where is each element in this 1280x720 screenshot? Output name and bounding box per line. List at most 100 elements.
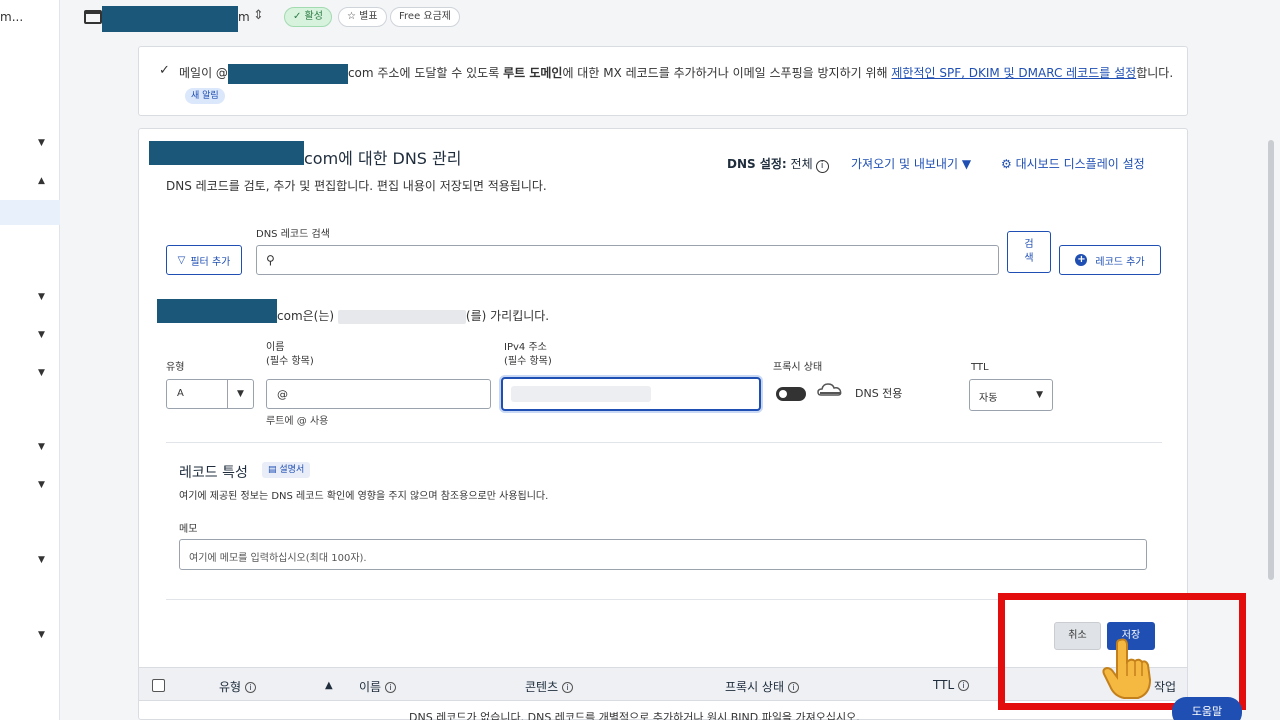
record-attributes-title: 레코드 특성 — [179, 465, 248, 481]
documentation-link[interactable]: ▤ 설명서 — [262, 462, 311, 478]
ipv4-input[interactable] — [501, 377, 761, 411]
info-icon: i — [788, 682, 800, 693]
chevron-down-icon: ▼ — [1036, 390, 1043, 400]
select-all-checkbox[interactable] — [152, 679, 165, 692]
window-icon — [84, 10, 102, 24]
dns-description: DNS 레코드를 검토, 추가 및 편집합니다. 편집 내용이 저장되면 적용됩… — [166, 179, 547, 193]
sort-asc-icon[interactable]: ▲ — [325, 680, 333, 691]
chevron-down-icon[interactable]: ▼ — [38, 555, 45, 565]
points-ip-blur — [337, 309, 466, 324]
plan-badge[interactable]: Free 요금제 — [390, 7, 460, 27]
info-icon: i — [562, 682, 574, 693]
help-button[interactable]: 도움말 — [1172, 697, 1242, 720]
name-label-text: 이름 — [266, 342, 285, 353]
import-export-label: 가져오기 및 내보내기 — [851, 157, 958, 171]
name-label: 이름 (필수 항목) — [266, 341, 314, 369]
memo-label: 메모 — [179, 524, 198, 535]
type-value: A — [177, 388, 184, 399]
info-icon[interactable]: i — [815, 160, 829, 173]
sidebar: m... ▼ ▲ ▼ ▼ ▼ ▼ ▼ ▼ ▼ — [0, 0, 60, 720]
divider — [166, 442, 1162, 443]
add-filter-button[interactable]: ▽ 필터 추가 — [166, 245, 242, 275]
alert-domain-redaction — [227, 63, 348, 84]
plus-circle-icon: + — [1075, 254, 1088, 266]
proxy-status-label: 프록시 상태 — [773, 362, 823, 373]
name-input[interactable]: @ — [266, 379, 491, 409]
ipv4-required: (필수 항목) — [504, 356, 552, 367]
chevron-down-icon[interactable]: ▼ — [38, 330, 45, 340]
dashboard-display-label: 대시보드 디스플레이 설정 — [1015, 157, 1145, 171]
name-help-text: 루트에 @ 사용 — [266, 416, 329, 427]
column-header-name[interactable]: 이름 i — [359, 678, 397, 695]
page-title: com에 대한 DNS 관리 — [304, 149, 462, 168]
type-label: 유형 — [166, 362, 185, 373]
empty-records-message: DNS 레코드가 없습니다. DNS 레코드를 개별적으로 추가하거나 원시 B… — [409, 711, 860, 720]
points-domain-redaction — [157, 299, 277, 323]
alert-root-domain: 루트 도메인 — [503, 66, 563, 80]
chevron-down-icon[interactable]: ▼ — [38, 480, 45, 490]
ttl-label: TTL — [971, 362, 989, 373]
add-record-label: 레코드 추가 — [1095, 256, 1145, 268]
column-header-content[interactable]: 콘텐츠 i — [525, 678, 574, 695]
alert-body: 에 대한 MX 레코드를 추가하거나 이메일 스푸핑을 방지하기 위해 — [562, 66, 892, 80]
search-button-label: 색 — [1024, 253, 1034, 264]
chevron-down-icon[interactable]: ▼ — [38, 630, 45, 640]
scrollbar[interactable] — [1268, 140, 1274, 580]
search-icon: ⚲ — [266, 253, 275, 267]
sidebar-item-active[interactable] — [0, 200, 60, 225]
add-record-button[interactable]: + 레코드 추가 — [1059, 245, 1161, 275]
points-prefix: com은(는) — [277, 309, 338, 323]
chevron-down-icon[interactable]: ▼ — [38, 292, 45, 302]
column-header-proxy[interactable]: 프록시 상태 i — [725, 678, 800, 695]
alert-domain-suffix: com — [347, 66, 374, 80]
chevron-down-icon: ▼ — [227, 380, 253, 408]
dashboard-display-settings-link[interactable]: ⚙ 대시보드 디스플레이 설정 — [1001, 155, 1145, 172]
chevron-down-icon[interactable]: ▼ — [38, 368, 45, 378]
filter-icon: ▽ — [177, 254, 186, 266]
chevron-down-icon[interactable]: ▼ — [38, 442, 45, 452]
info-icon: i — [958, 680, 970, 691]
cloud-icon — [817, 383, 842, 396]
alert-prefix: 메일이 @ — [179, 66, 228, 80]
alert-message: 메일이 @ com 주소에 도달할 수 있도록 루트 도메인에 대한 MX 레코드… — [179, 63, 1179, 104]
book-icon: ▤ — [268, 465, 277, 475]
points-to-text: com은(는) (를) 가리킵니다. — [277, 307, 549, 324]
column-type-label: 유형 — [219, 680, 242, 694]
column-header-ttl[interactable]: TTL i — [933, 678, 970, 692]
search-input[interactable]: ⚲ — [256, 245, 999, 275]
ttl-select[interactable]: 자동 ▼ — [969, 379, 1053, 411]
top-bar: m ⇕ ✓ 활성 ☆ 별표 Free 요금제 — [60, 0, 1280, 36]
memo-placeholder: 여기에 메모를 입력하십시오(최대 100자). — [189, 553, 367, 564]
mx-alert-card: ✓ 메일이 @ com 주소에 도달할 수 있도록 루트 도메인에 대한 MX 레… — [138, 46, 1188, 116]
dns-setting: DNS 설정: 전체 i — [727, 155, 829, 173]
column-name-label: 이름 — [359, 680, 382, 694]
chevron-down-icon[interactable]: ▼ — [38, 138, 45, 148]
domain-name[interactable]: m — [238, 10, 250, 24]
memo-input[interactable]: 여기에 메모를 입력하십시오(최대 100자). — [179, 539, 1147, 570]
type-select[interactable]: A ▼ — [166, 379, 254, 409]
star-button[interactable]: ☆ 별표 — [338, 7, 387, 27]
proxy-toggle[interactable] — [776, 387, 806, 401]
column-proxy-label: 프록시 상태 — [725, 680, 785, 694]
search-button[interactable]: 검 색 — [1007, 231, 1051, 273]
ttl-value: 자동 — [979, 393, 998, 404]
column-ttl-label: TTL — [933, 678, 955, 692]
info-icon: i — [385, 682, 397, 693]
dns-setting-label: DNS 설정: — [727, 157, 787, 171]
search-label: DNS 레코드 검색 — [256, 229, 330, 240]
gear-icon: ⚙ — [1001, 157, 1012, 171]
ipv4-label: IPv4 주소 (필수 항목) — [504, 341, 552, 369]
switch-domain-icon[interactable]: ⇕ — [253, 8, 264, 23]
caret-down-icon: ▼ — [961, 157, 972, 171]
import-export-menu[interactable]: 가져오기 및 내보내기 ▼ — [851, 155, 971, 172]
documentation-label: 설명서 — [279, 465, 305, 475]
title-domain-redaction — [149, 141, 304, 165]
column-header-type[interactable]: 유형 i — [219, 678, 257, 695]
alert-body: 주소에 도달할 수 있도록 — [373, 66, 504, 80]
chevron-up-icon[interactable]: ▲ — [38, 176, 45, 186]
spf-dkim-dmarc-link[interactable]: 제한적인 SPF, DKIM 및 DMARC 레코드를 설정 — [891, 66, 1136, 80]
add-filter-label: 필터 추가 — [190, 256, 231, 268]
status-badge: ✓ 활성 — [284, 7, 332, 27]
name-value: @ — [277, 388, 288, 401]
info-icon: i — [245, 682, 257, 693]
